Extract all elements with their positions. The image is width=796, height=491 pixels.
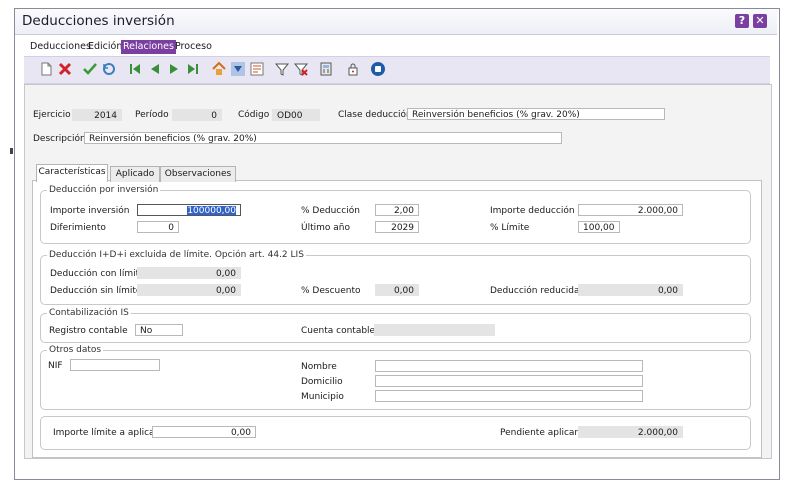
- pendiente-aplicar-label: Pendiente aplicar: [500, 428, 579, 438]
- group-excluida-limite-title: Deducción I+D+i excluida de límite. Opci…: [47, 250, 306, 261]
- nombre-input[interactable]: [375, 360, 643, 372]
- filter-icon[interactable]: [274, 61, 290, 77]
- codigo-label: Código: [238, 110, 270, 120]
- cuenta-contable-field: [374, 324, 495, 336]
- home-icon[interactable]: [211, 61, 227, 77]
- menu-edicion[interactable]: Edición: [86, 40, 124, 54]
- importe-deduccion-label: Importe deducción: [490, 206, 575, 216]
- pct-limite-label: % Límite: [490, 223, 530, 233]
- nif-label: NIF: [48, 361, 63, 371]
- window-edge-marker: [10, 148, 13, 154]
- previous-record-icon[interactable]: [147, 61, 163, 77]
- importe-limite-input[interactable]: 0,00: [152, 426, 256, 438]
- importe-deduccion-input[interactable]: 2.000,00: [578, 204, 683, 216]
- deduccion-con-limite-field: 0,00: [137, 267, 241, 279]
- clear-filter-icon[interactable]: [293, 61, 309, 77]
- menu-relaciones[interactable]: Relaciones: [121, 40, 176, 54]
- ejercicio-field[interactable]: 2014: [72, 109, 122, 121]
- diferimiento-label: Diferimiento: [50, 223, 106, 233]
- ejercicio-label: Ejercicio: [33, 110, 71, 120]
- municipio-label: Municipio: [301, 392, 344, 402]
- window-title: Deducciones inversión: [22, 13, 175, 29]
- descripcion-label: Descripción: [33, 134, 86, 144]
- pct-descuento-field: 0,00: [375, 284, 419, 296]
- registro-contable-label: Registro contable: [49, 326, 128, 336]
- clase-deduccion-label: Clase deducción: [338, 110, 412, 120]
- clase-deduccion-field[interactable]: Reinversión beneficios (% grav. 20%): [407, 108, 665, 120]
- menu-deducciones[interactable]: Deducciones: [28, 40, 93, 54]
- new-document-icon[interactable]: [38, 61, 54, 77]
- deduccion-sin-limite-label: Deducción sin límite: [50, 286, 142, 296]
- deduccion-reducida-field: 0,00: [578, 284, 683, 296]
- nombre-label: Nombre: [301, 362, 337, 372]
- codigo-field[interactable]: OD00: [272, 109, 320, 121]
- deduccion-con-limite-label: Deducción con límite: [50, 269, 145, 279]
- group-deduccion-inversion-title: Deducción por inversión: [47, 185, 161, 196]
- tab-caracteristicas[interactable]: Características: [36, 164, 108, 182]
- pct-deduccion-input[interactable]: 2,00: [375, 204, 419, 216]
- close-button[interactable]: ✕: [753, 14, 767, 28]
- group-deduccion-inversion: [40, 190, 751, 244]
- help-button[interactable]: ?: [735, 14, 749, 28]
- menu-proceso[interactable]: Proceso: [173, 40, 214, 54]
- delete-icon[interactable]: [57, 61, 73, 77]
- filter-down-icon[interactable]: [230, 61, 246, 77]
- ultimo-anio-input[interactable]: 2029: [375, 221, 419, 233]
- nif-input[interactable]: [70, 359, 160, 371]
- calculator-icon[interactable]: [318, 61, 334, 77]
- undo-icon[interactable]: [101, 61, 117, 77]
- importe-inversion-value: 100000,00: [187, 206, 236, 216]
- municipio-input[interactable]: [375, 390, 643, 402]
- domicilio-input[interactable]: [375, 375, 643, 387]
- deduccion-reducida-label: Deducción reducida: [490, 286, 580, 296]
- descripcion-field[interactable]: Reinversión beneficios (% grav. 20%): [84, 132, 562, 144]
- first-record-icon[interactable]: [127, 61, 143, 77]
- importe-inversion-input[interactable]: 100000,00: [137, 204, 241, 216]
- periodo-field[interactable]: 0: [172, 109, 222, 121]
- diferimiento-input[interactable]: 0: [137, 221, 179, 233]
- importe-inversion-label: Importe inversión: [50, 206, 130, 216]
- pct-deduccion-label: % Deducción: [301, 206, 360, 216]
- cuenta-contable-label: Cuenta contable: [301, 326, 376, 336]
- group-excluida-limite: [40, 255, 751, 305]
- domicilio-label: Domicilio: [301, 377, 343, 387]
- info-icon[interactable]: [370, 61, 386, 77]
- deduccion-sin-limite-field: 0,00: [137, 284, 241, 296]
- registro-contable-field[interactable]: No: [135, 324, 183, 336]
- lock-icon[interactable]: [345, 61, 361, 77]
- pendiente-aplicar-field: 2.000,00: [578, 426, 683, 438]
- tab-observaciones[interactable]: Observaciones: [160, 166, 236, 182]
- ultimo-anio-label: Último año: [301, 223, 350, 233]
- group-contabilizacion-title: Contabilización IS: [47, 308, 131, 319]
- pct-limite-input[interactable]: 100,00: [578, 221, 620, 233]
- last-record-icon[interactable]: [185, 61, 201, 77]
- tab-aplicado[interactable]: Aplicado: [110, 166, 160, 182]
- next-record-icon[interactable]: [166, 61, 182, 77]
- importe-limite-label: Importe límite a aplicar: [53, 428, 159, 438]
- confirm-check-icon[interactable]: [82, 61, 98, 77]
- group-otros-datos-title: Otros datos: [47, 345, 104, 356]
- periodo-label: Período: [135, 110, 169, 120]
- pct-descuento-label: % Descuento: [301, 286, 361, 296]
- properties-icon[interactable]: [249, 61, 265, 77]
